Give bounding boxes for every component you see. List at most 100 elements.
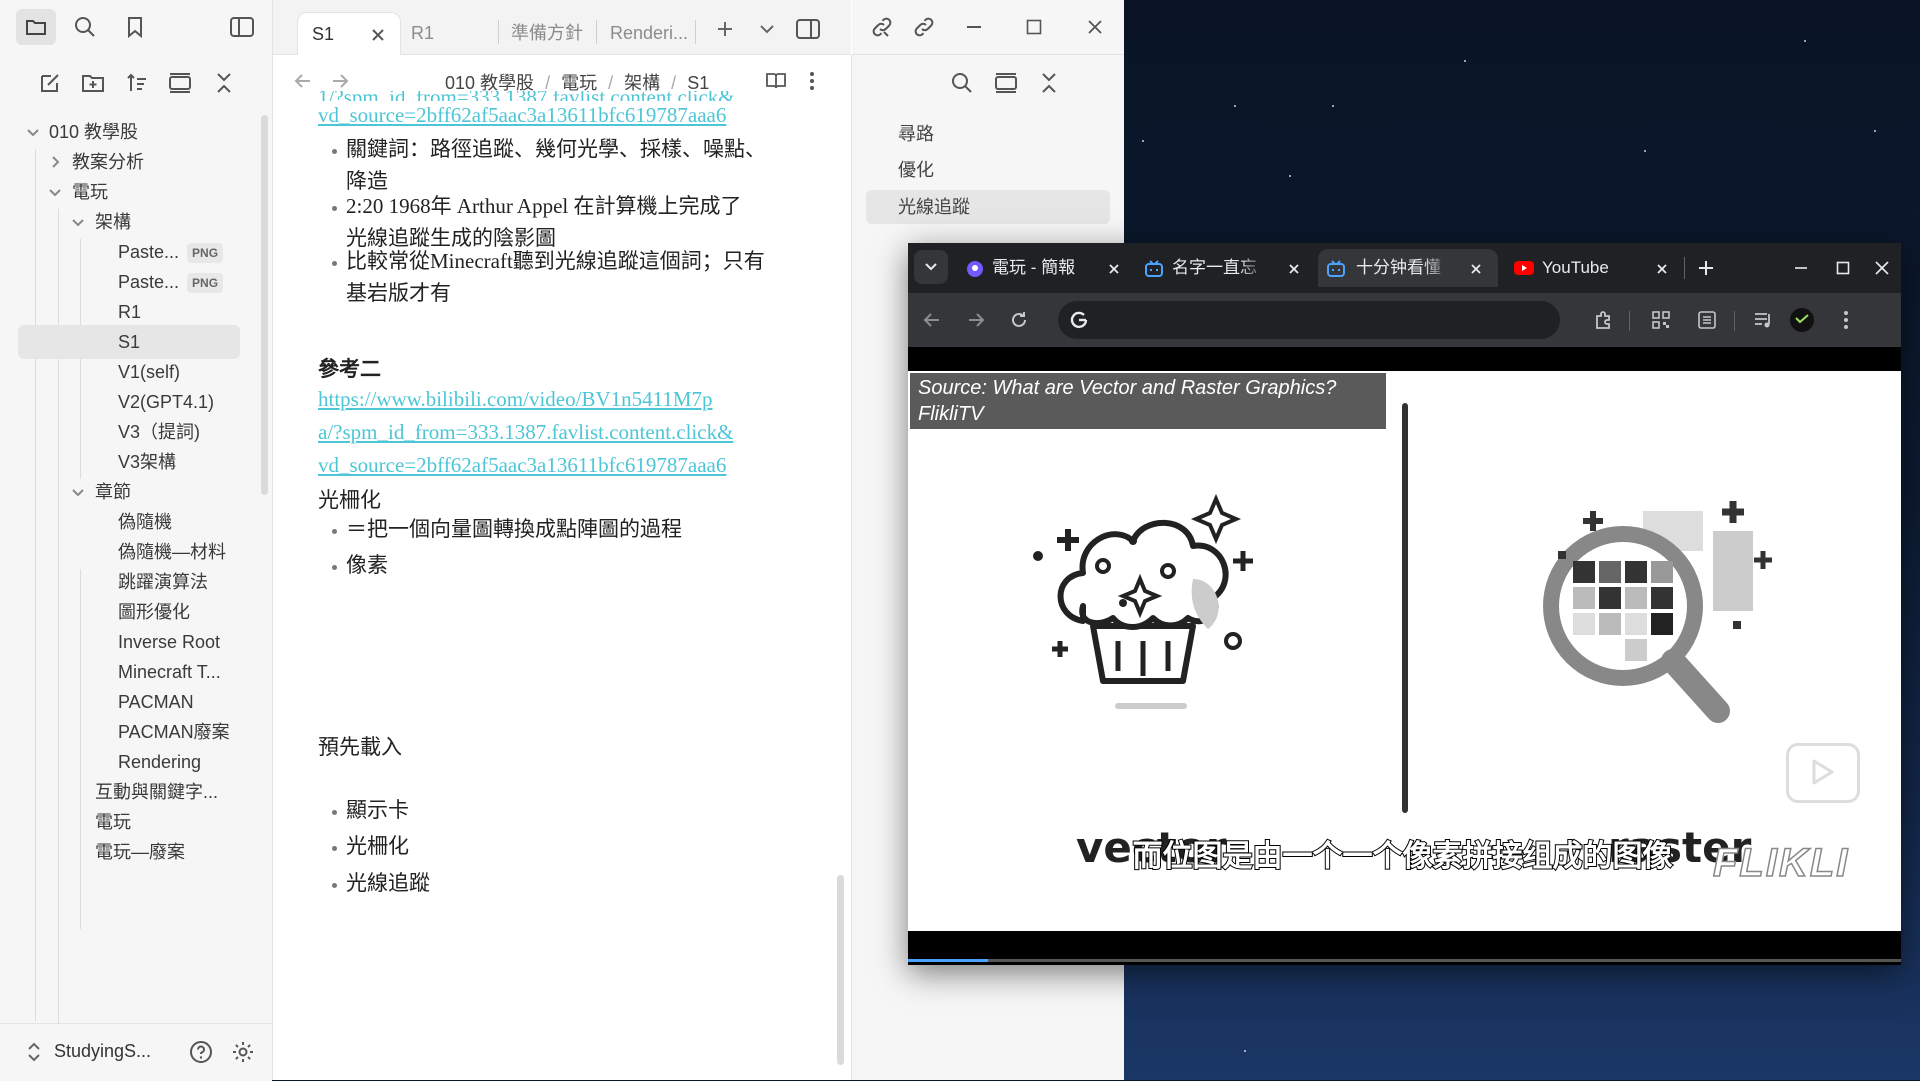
- tree-file-pacman-discarded[interactable]: PACMAN廢案: [14, 715, 240, 749]
- outline-item-label: 光線追蹤: [898, 197, 970, 217]
- outgoing-links-icon[interactable]: [906, 9, 942, 45]
- tree-file-games[interactable]: 電玩: [14, 805, 240, 839]
- maximize-icon[interactable]: [1016, 9, 1052, 45]
- tree-file-interaction-keywords[interactable]: 互動與關鍵字...: [14, 775, 240, 809]
- back-arrow-icon[interactable]: [914, 302, 950, 338]
- tree-file-pseudo-random-material[interactable]: 偽隨機—材料: [14, 535, 240, 569]
- close-icon[interactable]: [1656, 263, 1668, 275]
- tree-folder-architecture[interactable]: 架構: [14, 205, 240, 239]
- tree-file-v3-prompt[interactable]: V3（提詞): [14, 415, 240, 449]
- tree-folder-lesson-analysis[interactable]: 教案分析: [14, 145, 240, 179]
- browser-tab-bilibili-2[interactable]: 十分钟看懂: [1318, 249, 1498, 287]
- new-tab-plus-icon[interactable]: [707, 11, 743, 47]
- close-icon[interactable]: [1108, 263, 1120, 275]
- menu-kebab-icon[interactable]: [1828, 302, 1864, 338]
- sidebar-toggle-icon[interactable]: [224, 9, 260, 45]
- new-note-icon[interactable]: [32, 65, 68, 101]
- breadcrumb-item[interactable]: 010 教學股: [445, 73, 534, 93]
- media-controls-icon[interactable]: [1746, 302, 1782, 338]
- tab-list-chevron-down-icon[interactable]: [749, 11, 785, 47]
- new-folder-icon[interactable]: [75, 65, 111, 101]
- play-overlay-button[interactable]: [1786, 743, 1860, 803]
- tree-file-v2[interactable]: V2(GPT4.1): [14, 385, 240, 419]
- browser-minimize-icon[interactable]: [1783, 250, 1819, 286]
- tree-file-v1[interactable]: V1(self): [14, 355, 240, 389]
- close-icon[interactable]: [1288, 263, 1300, 275]
- tree-folder-games[interactable]: 電玩: [14, 175, 240, 209]
- tree-file-pacman[interactable]: PACMAN: [14, 685, 240, 719]
- editor-scrollbar[interactable]: [837, 875, 844, 1065]
- reference-2-link[interactable]: https://www.bilibili.com/video/BV1n5411M…: [318, 387, 713, 412]
- browser-close-icon[interactable]: [1864, 250, 1900, 286]
- video-progress-bar[interactable]: [908, 959, 1901, 962]
- tree-file-pasted-image-1[interactable]: Paste... PNG: [14, 235, 240, 269]
- auto-reveal-icon[interactable]: [162, 65, 198, 101]
- browser-tab-slides[interactable]: 電玩 - 簡報: [958, 249, 1130, 287]
- new-tab-plus-icon[interactable]: [1688, 250, 1724, 286]
- close-icon[interactable]: [1470, 263, 1482, 275]
- outline-item-ray-tracing[interactable]: 光線追蹤: [866, 190, 1110, 224]
- tab-rendering[interactable]: Renderi...: [610, 12, 700, 54]
- tab-s1[interactable]: S1: [297, 12, 401, 55]
- reload-icon[interactable]: [1001, 302, 1037, 338]
- address-bar[interactable]: [1058, 301, 1560, 339]
- browser-maximize-icon[interactable]: [1825, 250, 1861, 286]
- reading-list-icon[interactable]: [1689, 302, 1725, 338]
- settings-gear-icon[interactable]: [225, 1034, 261, 1070]
- breadcrumb-item[interactable]: 架構: [624, 73, 660, 93]
- tab-search-chevron-down-icon[interactable]: [914, 250, 948, 284]
- reference-2-link[interactable]: vd_source=2bff62af5aac3a13611bfc619787aa…: [318, 453, 726, 478]
- window-close-icon[interactable]: [1077, 9, 1113, 45]
- tree-file-inverse-root[interactable]: Inverse Root: [14, 625, 240, 659]
- sidebar-scrollbar[interactable]: [261, 115, 268, 495]
- divider-line: [1402, 403, 1408, 813]
- tree-file-s1[interactable]: S1: [18, 325, 240, 359]
- right-sidebar-toggle-icon[interactable]: [790, 11, 826, 47]
- tree-file-v3-architecture[interactable]: V3架構: [14, 445, 240, 479]
- tree-file-games-discarded[interactable]: 電玩—廢案: [14, 835, 240, 869]
- tree-item-label: 章節: [95, 482, 131, 502]
- outline-collapse-icon[interactable]: [1031, 65, 1067, 101]
- tree-folder-chapters[interactable]: 章節: [14, 475, 240, 509]
- link-text[interactable]: 1/?spm_id_from=333.1387.favlist.content.…: [318, 91, 735, 101]
- minimize-icon[interactable]: [956, 9, 992, 45]
- vault-switcher-icon[interactable]: [16, 1034, 52, 1070]
- profile-avatar[interactable]: [1784, 302, 1820, 338]
- tree-file-pseudo-random[interactable]: 偽隨機: [14, 505, 240, 539]
- close-icon[interactable]: [371, 28, 385, 42]
- link-text[interactable]: vd_source=2bff62af5aac3a13611bfc619787aa…: [318, 103, 726, 128]
- tab-r1[interactable]: R1: [411, 12, 511, 54]
- search-icon[interactable]: [67, 9, 103, 45]
- reference-2-link[interactable]: a/?spm_id_from=333.1387.favlist.content.…: [318, 420, 733, 445]
- folder-icon[interactable]: [16, 9, 56, 45]
- tree-file-minecraft[interactable]: Minecraft T...: [14, 655, 240, 689]
- tree-file-r1[interactable]: R1: [14, 295, 240, 329]
- browser-tab-bilibili-1[interactable]: 名字一直忘: [1138, 249, 1310, 287]
- tree-file-graphics-optimization[interactable]: 圖形優化: [14, 595, 240, 629]
- link-icon[interactable]: [864, 9, 900, 45]
- qr-code-icon[interactable]: [1643, 302, 1679, 338]
- breadcrumb-item[interactable]: S1: [687, 73, 709, 93]
- vault-name[interactable]: StudyingS...: [54, 1041, 151, 1062]
- outline-search-icon[interactable]: [944, 65, 980, 101]
- back-arrow-icon[interactable]: [285, 63, 321, 99]
- tab-prep-guideline[interactable]: 準備方針: [511, 12, 601, 54]
- tree-folder-010[interactable]: 010 教學股: [14, 115, 240, 149]
- outline-reveal-icon[interactable]: [988, 65, 1024, 101]
- tree-item-label: 架構: [95, 212, 131, 232]
- video-player[interactable]: Source: What are Vector and Raster Graph…: [908, 347, 1901, 965]
- outline-item-optimization[interactable]: 優化: [866, 153, 1110, 187]
- extensions-puzzle-icon[interactable]: [1586, 302, 1622, 338]
- sort-icon[interactable]: [119, 65, 155, 101]
- tree-item-label: V1(self): [118, 362, 181, 382]
- bookmark-icon[interactable]: [117, 9, 153, 45]
- outline-item-pathfinding[interactable]: 尋路: [866, 117, 1110, 151]
- browser-tab-youtube[interactable]: YouTube: [1506, 249, 1678, 287]
- breadcrumb-item[interactable]: 電玩: [561, 73, 597, 93]
- tree-file-pasted-image-2[interactable]: Paste... PNG: [14, 265, 240, 299]
- collapse-all-icon[interactable]: [206, 65, 242, 101]
- forward-arrow-icon[interactable]: [958, 302, 994, 338]
- tree-file-rendering[interactable]: Rendering: [14, 745, 240, 779]
- tree-file-jump-algorithm[interactable]: 跳躍演算法: [14, 565, 240, 599]
- help-icon[interactable]: [183, 1034, 219, 1070]
